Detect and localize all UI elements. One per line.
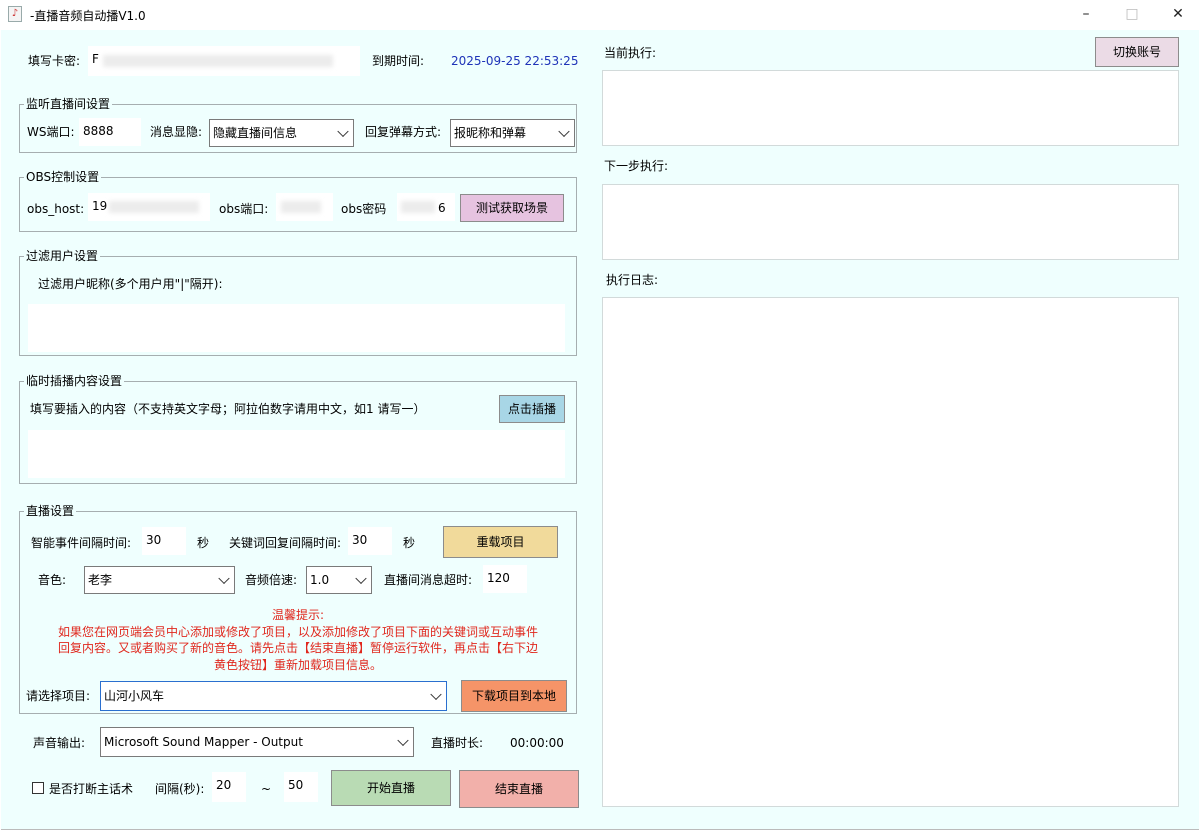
obs-password-value: 6 <box>438 201 446 215</box>
download-project-button[interactable]: 下载项目到本地 <box>461 680 567 712</box>
log-box[interactable] <box>602 297 1179 807</box>
event-interval-unit: 秒 <box>197 536 210 550</box>
tips-line-2: 回复内容。又或者购买了新的音色。请先点击【结束直播】暂停运行软件，再点击【右下边 <box>57 641 538 655</box>
filter-users-hint: 过滤用户昵称(多个用户用"|"隔开): <box>38 277 223 291</box>
voice-select[interactable]: 老李 <box>84 566 235 594</box>
audio-output-label: 声音输出: <box>33 736 86 750</box>
obs-settings-legend: OBS控制设置 <box>24 170 102 184</box>
listen-settings-legend: 监听直播间设置 <box>24 97 113 111</box>
tips-block: 温馨提示: 如果您在网页端会员中心添加或修改了项目，以及添加修改了项目下面的关键… <box>20 607 576 673</box>
card-key-value: F <box>92 52 99 66</box>
current-exec-box <box>602 70 1179 146</box>
obs-host-input[interactable]: 19 <box>88 193 210 221</box>
filter-users-legend: 过滤用户设置 <box>24 249 101 263</box>
audio-output-select[interactable]: Microsoft Sound Mapper - Output <box>100 727 414 757</box>
privacy-select[interactable]: 隐藏直播间信息 <box>209 119 354 147</box>
insert-content-legend: 临时插播内容设置 <box>24 374 125 388</box>
voice-label: 音色: <box>38 573 67 587</box>
message-timeout-input[interactable]: 120 <box>483 565 527 593</box>
interrupt-checkbox[interactable] <box>32 782 44 794</box>
chevron-down-icon <box>558 125 570 138</box>
chevron-down-icon <box>430 688 442 701</box>
app-icon: ♪ <box>8 6 22 22</box>
obs-port-input[interactable] <box>276 193 333 221</box>
test-scene-button[interactable]: 测试获取场景 <box>460 194 564 222</box>
chevron-down-icon <box>337 125 349 138</box>
obs-password-input[interactable]: 6 <box>397 193 455 221</box>
stop-live-button[interactable]: 结束直播 <box>459 770 579 808</box>
insert-content-hint: 填写要插入的内容（不支持英文字母；阿拉伯数字请用中文，如1 请写一） <box>30 402 426 416</box>
filter-users-input[interactable] <box>28 304 565 352</box>
project-select[interactable]: 山河小风车 <box>100 681 447 711</box>
audio-speed-select[interactable]: 1.0 <box>306 566 372 594</box>
tips-title: 温馨提示: <box>271 608 325 622</box>
expiry-value: 2025-09-25 22:53:25 <box>451 54 579 68</box>
card-label: 填写卡密: <box>28 54 81 68</box>
event-interval-label: 智能事件间隔时间: <box>31 536 132 550</box>
audio-speed-select-value: 1.0 <box>310 573 330 587</box>
privacy-label: 消息显隐: <box>150 125 203 139</box>
live-duration-label: 直播时长: <box>431 736 484 750</box>
obs-password-label: obs密码 <box>341 202 387 216</box>
insert-play-button[interactable]: 点击插播 <box>499 395 565 423</box>
ws-port-input[interactable]: 8888 <box>79 118 141 146</box>
obs-host-label: obs_host: <box>27 202 85 216</box>
tips-line-1: 如果您在网页端会员中心添加或修改了项目，以及添加修改了项目下面的关键词或互动事件 <box>57 624 538 639</box>
insert-content-input[interactable] <box>28 430 565 478</box>
interval-from-input[interactable]: 20 <box>212 772 246 802</box>
minimize-button[interactable]: – <box>1063 0 1109 30</box>
reply-mode-select-value: 报昵称和弹幕 <box>454 126 527 140</box>
tips-line-3: 黄色按钮】重新加载项目信息。 <box>213 657 382 672</box>
audio-speed-label: 音频倍速: <box>245 573 298 587</box>
current-exec-label: 当前执行: <box>604 46 657 60</box>
voice-select-value: 老李 <box>88 573 113 587</box>
live-settings-legend: 直播设置 <box>24 504 77 518</box>
live-duration-value: 00:00:00 <box>510 736 564 750</box>
next-exec-box <box>602 184 1179 260</box>
interval-label: 间隔(秒): <box>155 782 205 796</box>
reply-mode-select[interactable]: 报昵称和弹幕 <box>450 119 575 147</box>
keyword-interval-unit: 秒 <box>403 536 416 550</box>
next-exec-label: 下一步执行: <box>604 159 669 173</box>
window-title: -直播音频自动播V1.0 <box>30 9 146 23</box>
log-label: 执行日志: <box>606 273 659 287</box>
reply-mode-label: 回复弹幕方式: <box>365 125 442 139</box>
chevron-down-icon <box>397 734 409 747</box>
ws-port-label: WS端口: <box>27 125 75 139</box>
title-bar: ♪ -直播音频自动播V1.0 – □ ✕ <box>0 0 1201 30</box>
interrupt-label: 是否打断主话术 <box>49 782 134 796</box>
obs-port-label: obs端口: <box>219 202 269 216</box>
event-interval-input[interactable]: 30 <box>142 527 186 555</box>
audio-output-select-value: Microsoft Sound Mapper - Output <box>104 735 303 749</box>
reload-project-button[interactable]: 重载项目 <box>443 526 558 558</box>
card-key-input[interactable]: F <box>88 46 360 76</box>
expiry-label: 到期时间: <box>372 54 425 68</box>
interval-tilde: ~ <box>261 782 272 796</box>
interval-to-input[interactable]: 50 <box>284 772 318 802</box>
close-button[interactable]: ✕ <box>1155 0 1201 30</box>
chevron-down-icon <box>218 572 230 585</box>
privacy-select-value: 隐藏直播间信息 <box>213 126 298 140</box>
keyword-interval-input[interactable]: 30 <box>348 527 392 555</box>
maximize-button[interactable]: □ <box>1109 0 1155 30</box>
project-label: 请选择项目: <box>26 689 91 703</box>
start-live-button[interactable]: 开始直播 <box>331 770 451 806</box>
obs-host-value: 19 <box>92 199 108 213</box>
chevron-down-icon <box>355 572 367 585</box>
switch-account-button[interactable]: 切换账号 <box>1095 37 1179 67</box>
project-select-value: 山河小风车 <box>104 689 165 703</box>
keyword-interval-label: 关键词回复间隔时间: <box>229 536 342 550</box>
message-timeout-label: 直播间消息超时: <box>384 573 473 587</box>
